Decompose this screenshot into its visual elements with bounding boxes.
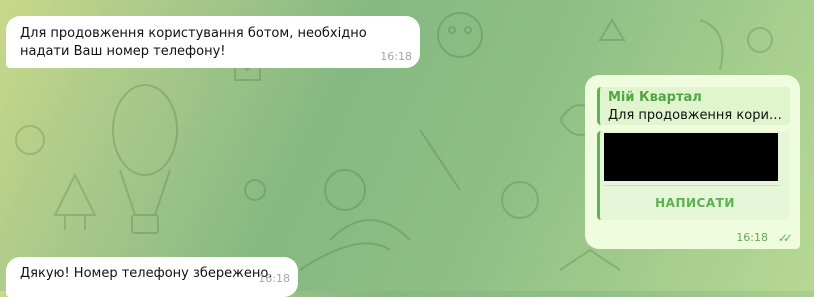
message-text: Дякую! Номер телефону збережено. xyxy=(20,266,273,281)
incoming-message[interactable]: Дякую! Номер телефону збережено. 16:18 xyxy=(6,257,298,297)
write-button[interactable]: НАПИСАТИ xyxy=(600,186,790,220)
message-time: 16:18 xyxy=(258,272,290,285)
message-time: 16:18 xyxy=(380,50,412,63)
reply-text: Для продовження користу... xyxy=(608,108,782,123)
reply-sender-name: Мій Квартал xyxy=(608,90,702,105)
incoming-message[interactable]: Для продовження користування ботом, необ… xyxy=(6,16,420,68)
reply-preview[interactable]: Мій Квартал Для продовження користу... xyxy=(597,87,790,125)
double-check-icon: ✓✓ xyxy=(777,231,793,245)
message-text: Для продовження користування ботом, необ… xyxy=(20,26,367,59)
outgoing-message[interactable]: Мій Квартал Для продовження користу... Н… xyxy=(585,75,800,249)
message-time: 16:18 xyxy=(736,231,768,244)
contact-card: НАПИСАТИ xyxy=(597,131,790,220)
redacted-contact xyxy=(604,133,778,181)
